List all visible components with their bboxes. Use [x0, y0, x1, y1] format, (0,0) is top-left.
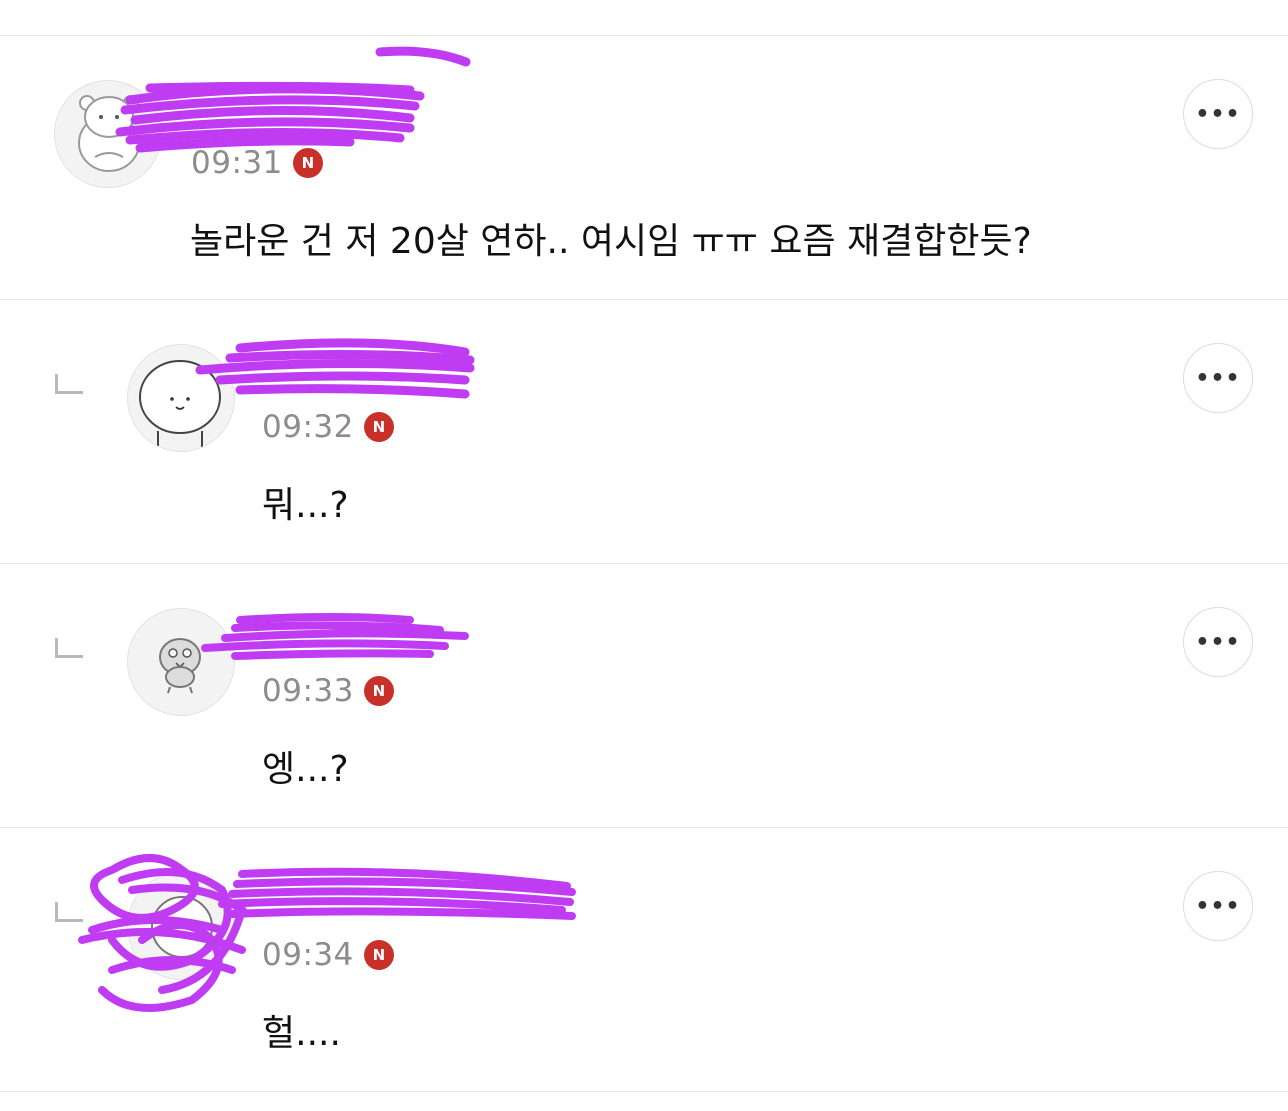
comment-text: 놀라운 건 저 20살 연하.. 여시임 ㅠㅠ 요즘 재결합한듯? [190, 221, 1032, 262]
new-badge: N [292, 148, 323, 178]
user-avatar[interactable] [127, 344, 235, 452]
divider [0, 35, 1288, 36]
user-avatar[interactable] [54, 80, 162, 188]
more-options-button[interactable]: ••• [1183, 607, 1253, 677]
round-face-character-icon [139, 360, 221, 449]
hamster-character-icon [78, 95, 140, 172]
reply-indicator-icon [55, 902, 83, 922]
comment-time: 09:34 [262, 937, 354, 973]
bird-character-icon [159, 638, 201, 694]
divider [0, 563, 1288, 564]
more-options-button[interactable]: ••• [1183, 79, 1253, 149]
comment-text: 엥...? [262, 749, 349, 790]
character-icon [151, 896, 213, 958]
timestamp-row: 09:34 N [262, 937, 394, 973]
comment-list: 09:31 N 놀라운 건 저 20살 연하.. 여시임 ㅠㅠ 요즘 재결합한듯… [0, 0, 1288, 1111]
divider [0, 1091, 1288, 1092]
reply-indicator-icon [55, 638, 83, 658]
divider [0, 299, 1288, 300]
comment-text: 뭐...? [262, 485, 349, 526]
new-badge: N [363, 940, 394, 970]
more-options-button[interactable]: ••• [1183, 343, 1253, 413]
comment-text: 헐.... [262, 1013, 341, 1054]
divider [0, 827, 1288, 828]
timestamp-row: 09:32 N [262, 409, 394, 445]
redaction-scribble [195, 338, 475, 399]
user-avatar[interactable] [127, 872, 235, 980]
timestamp-row: 09:33 N [262, 673, 394, 709]
new-badge: N [363, 412, 394, 442]
comment-time: 09:33 [262, 673, 354, 709]
more-options-button[interactable]: ••• [1183, 871, 1253, 941]
comment-time: 09:31 [191, 145, 283, 181]
redaction-scribble [201, 613, 469, 660]
new-badge: N [363, 676, 394, 706]
reply-indicator-icon [55, 374, 83, 394]
comment-time: 09:32 [262, 409, 354, 445]
user-avatar[interactable] [127, 608, 235, 716]
timestamp-row: 09:31 N [191, 145, 323, 181]
